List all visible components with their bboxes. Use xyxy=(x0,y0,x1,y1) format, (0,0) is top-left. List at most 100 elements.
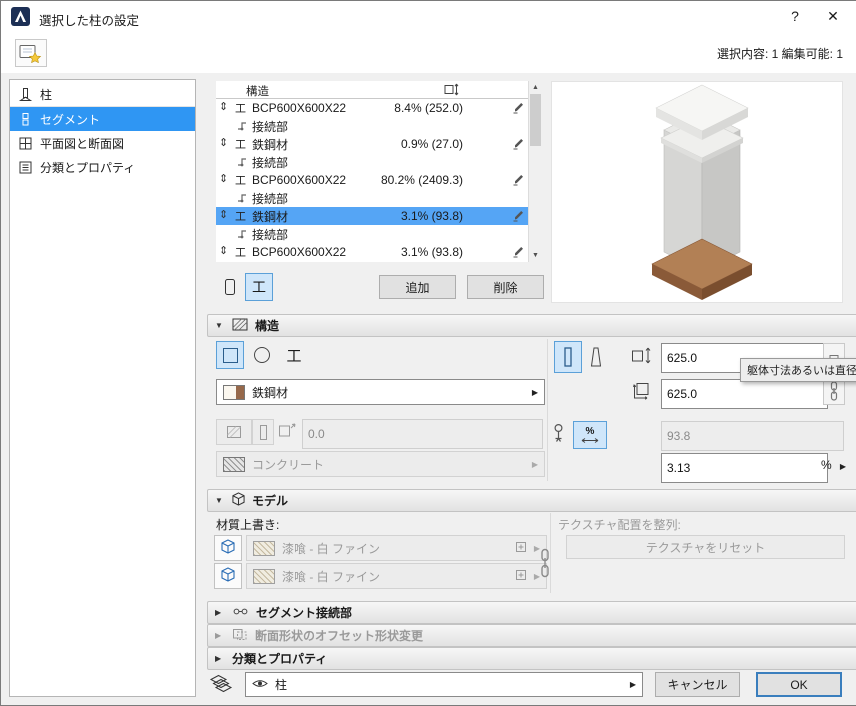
cube-icon xyxy=(221,539,235,557)
properties-icon xyxy=(17,160,33,175)
profile-hatch-icon xyxy=(227,426,241,438)
delete-segment-button[interactable]: 削除 xyxy=(467,275,544,299)
height-dimension-icon xyxy=(632,382,653,403)
joint-name: 接続部 xyxy=(252,227,289,242)
profile-icon: 工 xyxy=(235,175,246,187)
material-name: 鉄鋼材 xyxy=(252,385,289,400)
segment-ratio: 0.9% (27.0) xyxy=(400,137,463,151)
expand-icon: ▶ xyxy=(215,608,222,617)
chevron-right-icon: ▶ xyxy=(839,461,847,471)
percent-mode-button[interactable]: % xyxy=(573,421,607,449)
drag-handle-icon[interactable]: ⇕ xyxy=(219,244,228,257)
column-icon xyxy=(17,87,33,102)
material-settings-icon xyxy=(515,569,527,584)
segment-joints-panel-header[interactable]: ▶ セグメント接続部 xyxy=(207,601,856,624)
joint-icon xyxy=(236,228,248,243)
segment-table-scrollbar[interactable]: ▲ ▼ xyxy=(528,81,542,262)
segment-ratio: 3.1% (93.8) xyxy=(400,209,463,223)
scroll-down-button[interactable]: ▼ xyxy=(529,249,542,262)
percent-options-button[interactable]: ▶ xyxy=(835,453,851,479)
drag-handle-icon[interactable]: ⇕ xyxy=(219,100,228,113)
tapered-column-button[interactable] xyxy=(582,341,610,373)
edit-profile-icon[interactable] xyxy=(512,209,525,225)
pin-icon xyxy=(552,423,565,445)
veneer-button xyxy=(252,419,274,445)
sidebar: 柱 セグメント 平面図と断面図 分類とプロパティ xyxy=(9,79,196,697)
sidebar-item-label: 柱 xyxy=(40,87,53,102)
plain-segment-type-button[interactable] xyxy=(216,273,244,301)
drag-handle-icon[interactable]: ⇕ xyxy=(219,172,228,185)
material-override-row: 漆喰 - 白 ファイン ▶ xyxy=(214,563,547,589)
cancel-button[interactable]: キャンセル xyxy=(655,672,740,697)
shape-profile-button[interactable]: 工 xyxy=(280,341,308,369)
profile-offset-panel-icon xyxy=(232,628,248,644)
column-3d-preview[interactable] xyxy=(551,81,843,303)
profile-icon: 工 xyxy=(235,103,246,115)
joint-row[interactable]: 接続部 xyxy=(216,189,529,207)
favorites-button[interactable] xyxy=(15,39,47,67)
profile-segment-type-button[interactable]: 工 xyxy=(245,273,273,301)
shape-circle-button[interactable] xyxy=(248,341,276,369)
edit-profile-icon[interactable] xyxy=(512,137,525,153)
veneer-thickness-field-wrap xyxy=(302,419,543,449)
uniform-column-icon xyxy=(564,347,572,367)
segment-joints-panel-title: セグメント接続部 xyxy=(256,606,353,620)
square-shape-icon xyxy=(222,347,238,363)
joint-row[interactable]: 接続部 xyxy=(216,117,529,135)
eye-icon xyxy=(252,678,268,692)
joint-name: 接続部 xyxy=(252,119,289,134)
cube-icon xyxy=(221,567,235,585)
material-override-toggle[interactable] xyxy=(214,563,242,589)
joint-row[interactable]: 接続部 xyxy=(216,225,529,243)
sidebar-item-plan-section[interactable]: 平面図と断面図 xyxy=(10,131,195,155)
titlebar: 選択した柱の設定 ? ✕ 選択内容: 1 編集可能: 1 xyxy=(1,1,856,73)
segment-ratio: 8.4% (252.0) xyxy=(394,101,463,115)
uniform-column-button[interactable] xyxy=(554,341,582,373)
favorites-icon xyxy=(19,44,42,63)
segment-row[interactable]: ⇕ 工 BCP600X600X22 8.4% (252.0) xyxy=(216,99,529,117)
surface-swatch xyxy=(253,540,275,556)
scrollbar-thumb[interactable] xyxy=(530,94,541,146)
structure-panel-header[interactable]: ▼ 構造 xyxy=(207,314,856,337)
scroll-up-button[interactable]: ▲ xyxy=(529,81,542,94)
sidebar-item-column[interactable]: 柱 xyxy=(10,82,195,107)
model-panel-header[interactable]: ▼ モデル xyxy=(207,489,856,512)
drag-handle-icon[interactable]: ⇕ xyxy=(219,208,228,221)
height-field-wrap xyxy=(661,379,828,409)
help-button[interactable]: ? xyxy=(779,5,811,27)
surface-material-dropdown: 漆喰 - 白 ファイン ▶ xyxy=(246,535,547,561)
sidebar-item-segment[interactable]: セグメント xyxy=(10,107,195,131)
ok-button[interactable]: OK xyxy=(756,672,842,697)
height-field[interactable] xyxy=(661,379,828,409)
edit-profile-icon[interactable] xyxy=(512,173,525,189)
core-material-dropdown: コンクリート ▶ xyxy=(216,451,545,477)
segment-icon xyxy=(17,112,33,127)
percent-field[interactable] xyxy=(661,453,828,483)
sidebar-item-label: セグメント xyxy=(40,112,101,127)
width-dimension-icon xyxy=(631,347,653,367)
segment-row[interactable]: ⇕ 工 BCP600X600X22 3.1% (93.8) xyxy=(216,243,529,261)
surface-material-dropdown: 漆喰 - 白 ファイン ▶ xyxy=(246,563,547,589)
close-button[interactable]: ✕ xyxy=(817,5,849,27)
edit-profile-icon[interactable] xyxy=(512,101,525,117)
circle-shape-icon xyxy=(254,347,270,363)
classification-panel-header[interactable]: ▶ 分類とプロパティ xyxy=(207,647,856,670)
segment-row[interactable]: ⇕ 工 BCP600X600X22 80.2% (2409.3) xyxy=(216,171,529,189)
tapered-column-icon xyxy=(590,347,602,367)
segment-row[interactable]: ⇕ 工 鉄鋼材 3.1% (93.8) xyxy=(216,207,529,225)
app-logo-icon xyxy=(11,7,30,26)
layer-dropdown[interactable]: 柱 ▶ xyxy=(245,672,643,697)
material-override-toggle[interactable] xyxy=(214,535,242,561)
add-segment-button[interactable]: 追加 xyxy=(379,275,456,299)
profile-icon: 工 xyxy=(235,247,246,259)
drag-handle-icon[interactable]: ⇕ xyxy=(219,136,228,149)
sidebar-item-classification[interactable]: 分類とプロパティ xyxy=(10,155,195,179)
edit-profile-icon[interactable] xyxy=(512,245,525,261)
shape-square-button[interactable] xyxy=(216,341,244,369)
chevron-right-icon: ▶ xyxy=(531,459,538,469)
segment-material-dropdown[interactable]: 鉄鋼材 ▶ xyxy=(216,379,545,405)
core-material-swatch xyxy=(223,456,245,472)
link-materials-button[interactable] xyxy=(535,541,555,585)
joint-row[interactable]: 接続部 xyxy=(216,153,529,171)
segment-row[interactable]: ⇕ 工 鉄鋼材 0.9% (27.0) xyxy=(216,135,529,153)
